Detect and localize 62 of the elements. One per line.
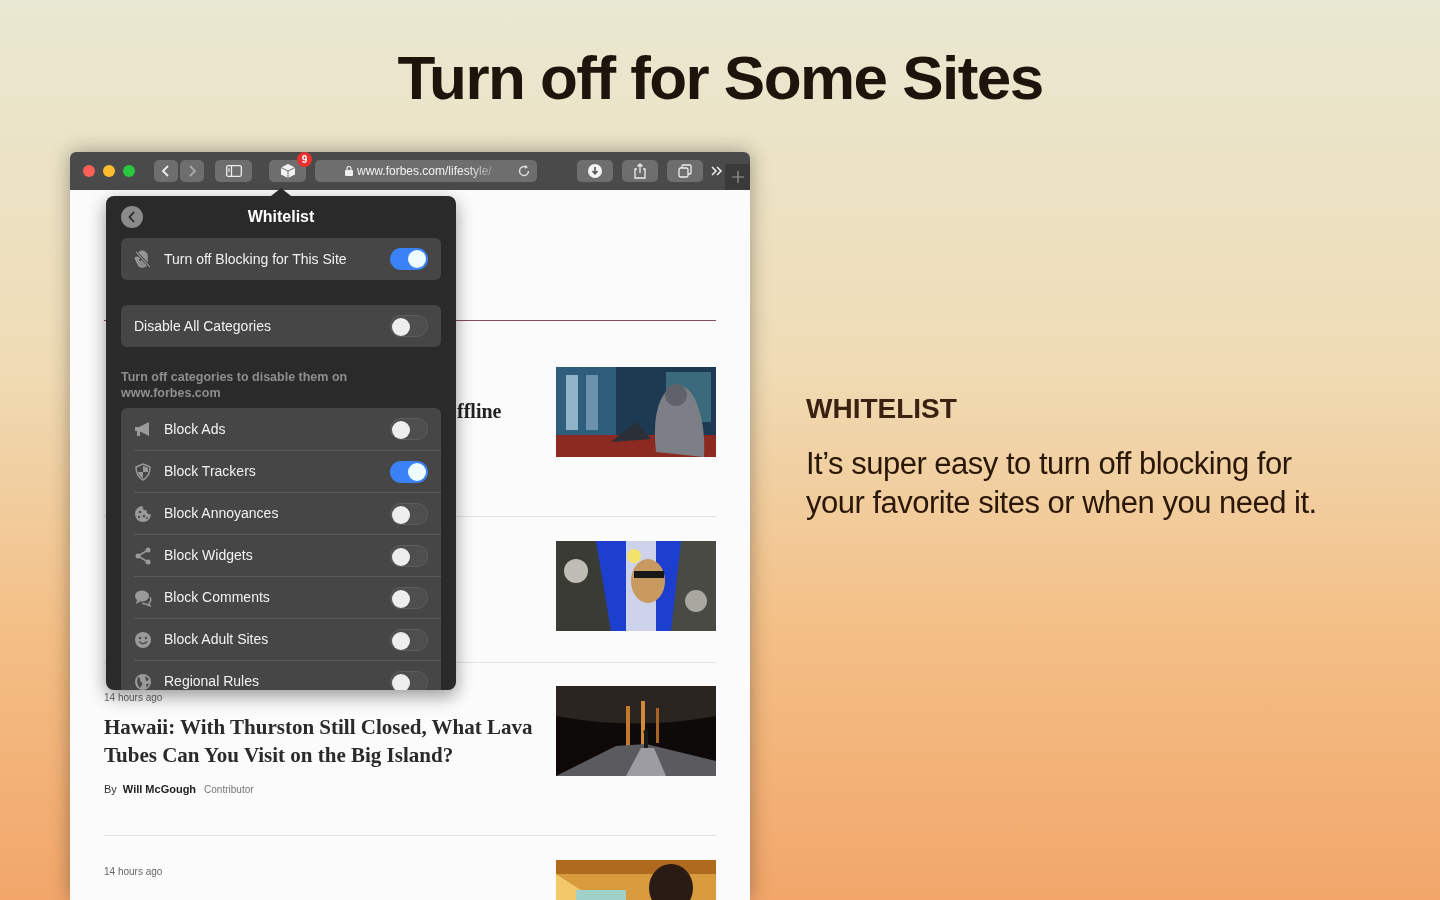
toggle-switch[interactable] [390, 502, 428, 525]
row-label: Turn off Blocking for This Site [164, 249, 347, 269]
share-icon [633, 163, 647, 179]
toggle-switch[interactable] [390, 670, 428, 690]
speech-bubbles-icon [134, 588, 152, 607]
caption-text: Turn off categories to disable them on www.forbes.com [121, 369, 349, 401]
smiley-icon [134, 630, 152, 649]
article-headline[interactable]: ffline [457, 396, 534, 426]
double-chevron-icon [711, 166, 723, 176]
category-label: Block Widgets [164, 546, 253, 565]
address-field[interactable]: www.forbes.com/lifestyle/ [315, 160, 537, 182]
toggle-switch[interactable] [390, 586, 428, 609]
toggle-switch[interactable] [390, 544, 428, 567]
article-time: 14 hours ago [104, 865, 164, 879]
category-label: Block Trackers [164, 462, 256, 481]
category-label: Block Adult Sites [164, 630, 269, 649]
close-button[interactable] [83, 165, 95, 177]
toggle-switch[interactable] [390, 315, 428, 337]
popover-title: Whitelist [247, 207, 315, 227]
share-button[interactable] [622, 160, 658, 182]
tabs-icon [678, 164, 692, 178]
category-label: Regional Rules [164, 672, 259, 690]
toggle-switch[interactable] [390, 460, 428, 483]
toggle-switch[interactable] [390, 248, 428, 270]
sidebar-button[interactable] [215, 160, 252, 182]
author-link[interactable]: Will McGough [122, 781, 197, 798]
article-headline[interactable]: Hawaii: With Thurston Still Closed, What Lava Tubes Can You Visit on the Big Island? [104, 713, 534, 769]
byline-label: By [104, 782, 117, 797]
back-button[interactable] [121, 206, 143, 228]
zoom-button[interactable] [123, 165, 135, 177]
shield-icon [134, 462, 152, 481]
minimize-button[interactable] [103, 165, 115, 177]
section-description: It’s super easy to turn off blocking for your favorite sites or when you need it. [806, 445, 1318, 522]
section-heading: WHITELIST [806, 392, 958, 426]
category-label: Block Annoyances [164, 504, 279, 523]
cube-icon [279, 163, 296, 179]
notification-count: 9 [297, 152, 312, 167]
author-role: Contributor [204, 783, 254, 797]
downloads-button[interactable] [577, 160, 613, 182]
chevron-left-icon [128, 211, 136, 223]
article-time: 14 hours ago [104, 691, 164, 705]
cookie-icon [134, 504, 152, 523]
back-button[interactable] [154, 160, 178, 182]
url-text: www.forbes.com/lifestyle/ [357, 163, 493, 180]
toggle-switch[interactable] [390, 628, 428, 651]
share-nodes-icon [134, 546, 152, 565]
tabs-button[interactable] [667, 160, 703, 182]
reload-icon [517, 164, 531, 178]
chevron-left-icon [161, 164, 171, 178]
plus-icon [731, 171, 744, 183]
category-label: Block Comments [164, 588, 270, 607]
toggle-switch[interactable] [390, 418, 428, 440]
megaphone-icon [134, 420, 152, 438]
download-icon [588, 164, 602, 178]
lock-icon [345, 166, 353, 176]
chevron-right-icon [187, 164, 197, 178]
category-label: Block Ads [164, 419, 226, 439]
sidebar-icon [225, 165, 242, 177]
forward-button[interactable] [180, 160, 204, 182]
page-headline: Turn off for Some Sites [397, 42, 1043, 114]
row-label: Disable All Categories [134, 316, 271, 336]
hand-icon [134, 250, 152, 268]
